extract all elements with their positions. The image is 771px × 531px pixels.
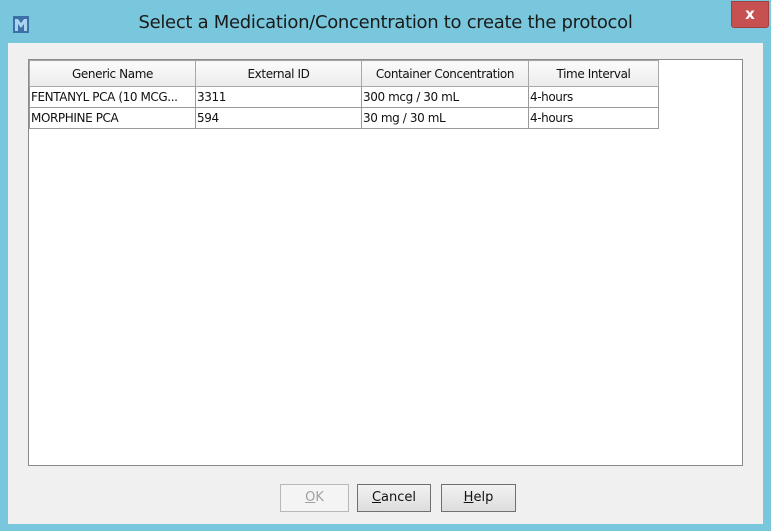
help-mnemonic: H [463,490,474,505]
cancel-button[interactable]: Cancel [357,484,431,512]
cell-time-interval[interactable]: 4-hours [528,86,659,108]
dialog-content: Generic Name External ID Container Conce… [8,43,763,524]
cell-generic-name[interactable]: FENTANYL PCA (10 MCG... [29,86,196,108]
medication-table: Generic Name External ID Container Conce… [29,60,659,129]
help-button[interactable]: Help [441,484,516,512]
cell-container-concentration[interactable]: 30 mg / 30 mL [361,107,529,129]
cell-container-concentration[interactable]: 300 mcg / 30 mL [361,86,529,108]
table-row[interactable]: MORPHINE PCA 594 30 mg / 30 mL 4-hours [29,107,659,129]
table-row[interactable]: FENTANYL PCA (10 MCG... 3311 300 mcg / 3… [29,86,659,108]
ok-button[interactable]: OK [280,484,349,512]
cell-time-interval[interactable]: 4-hours [528,107,659,129]
column-header-time-interval[interactable]: Time Interval [528,60,659,87]
column-header-generic-name[interactable]: Generic Name [29,60,196,87]
medication-table-frame: Generic Name External ID Container Conce… [28,59,743,466]
title-bar[interactable]: Select a Medication/Concentration to cre… [0,0,771,43]
dialog-title: Select a Medication/Concentration to cre… [138,12,633,33]
ok-label-rest: K [315,490,324,505]
column-header-external-id[interactable]: External ID [195,60,362,87]
column-header-container-concentration[interactable]: Container Concentration [361,60,529,87]
cell-external-id[interactable]: 3311 [195,86,362,108]
cell-external-id[interactable]: 594 [195,107,362,129]
cancel-mnemonic: C [371,490,382,505]
button-row: OK Cancel Help [8,484,763,514]
cell-generic-name[interactable]: MORPHINE PCA [29,107,196,129]
table-header-row: Generic Name External ID Container Conce… [29,60,659,87]
ok-mnemonic: O [305,490,316,505]
cancel-label-rest: ancel [381,490,417,505]
dialog-window: Select a Medication/Concentration to cre… [0,0,771,531]
close-button[interactable]: x [731,1,769,28]
help-label-rest: elp [473,490,494,505]
